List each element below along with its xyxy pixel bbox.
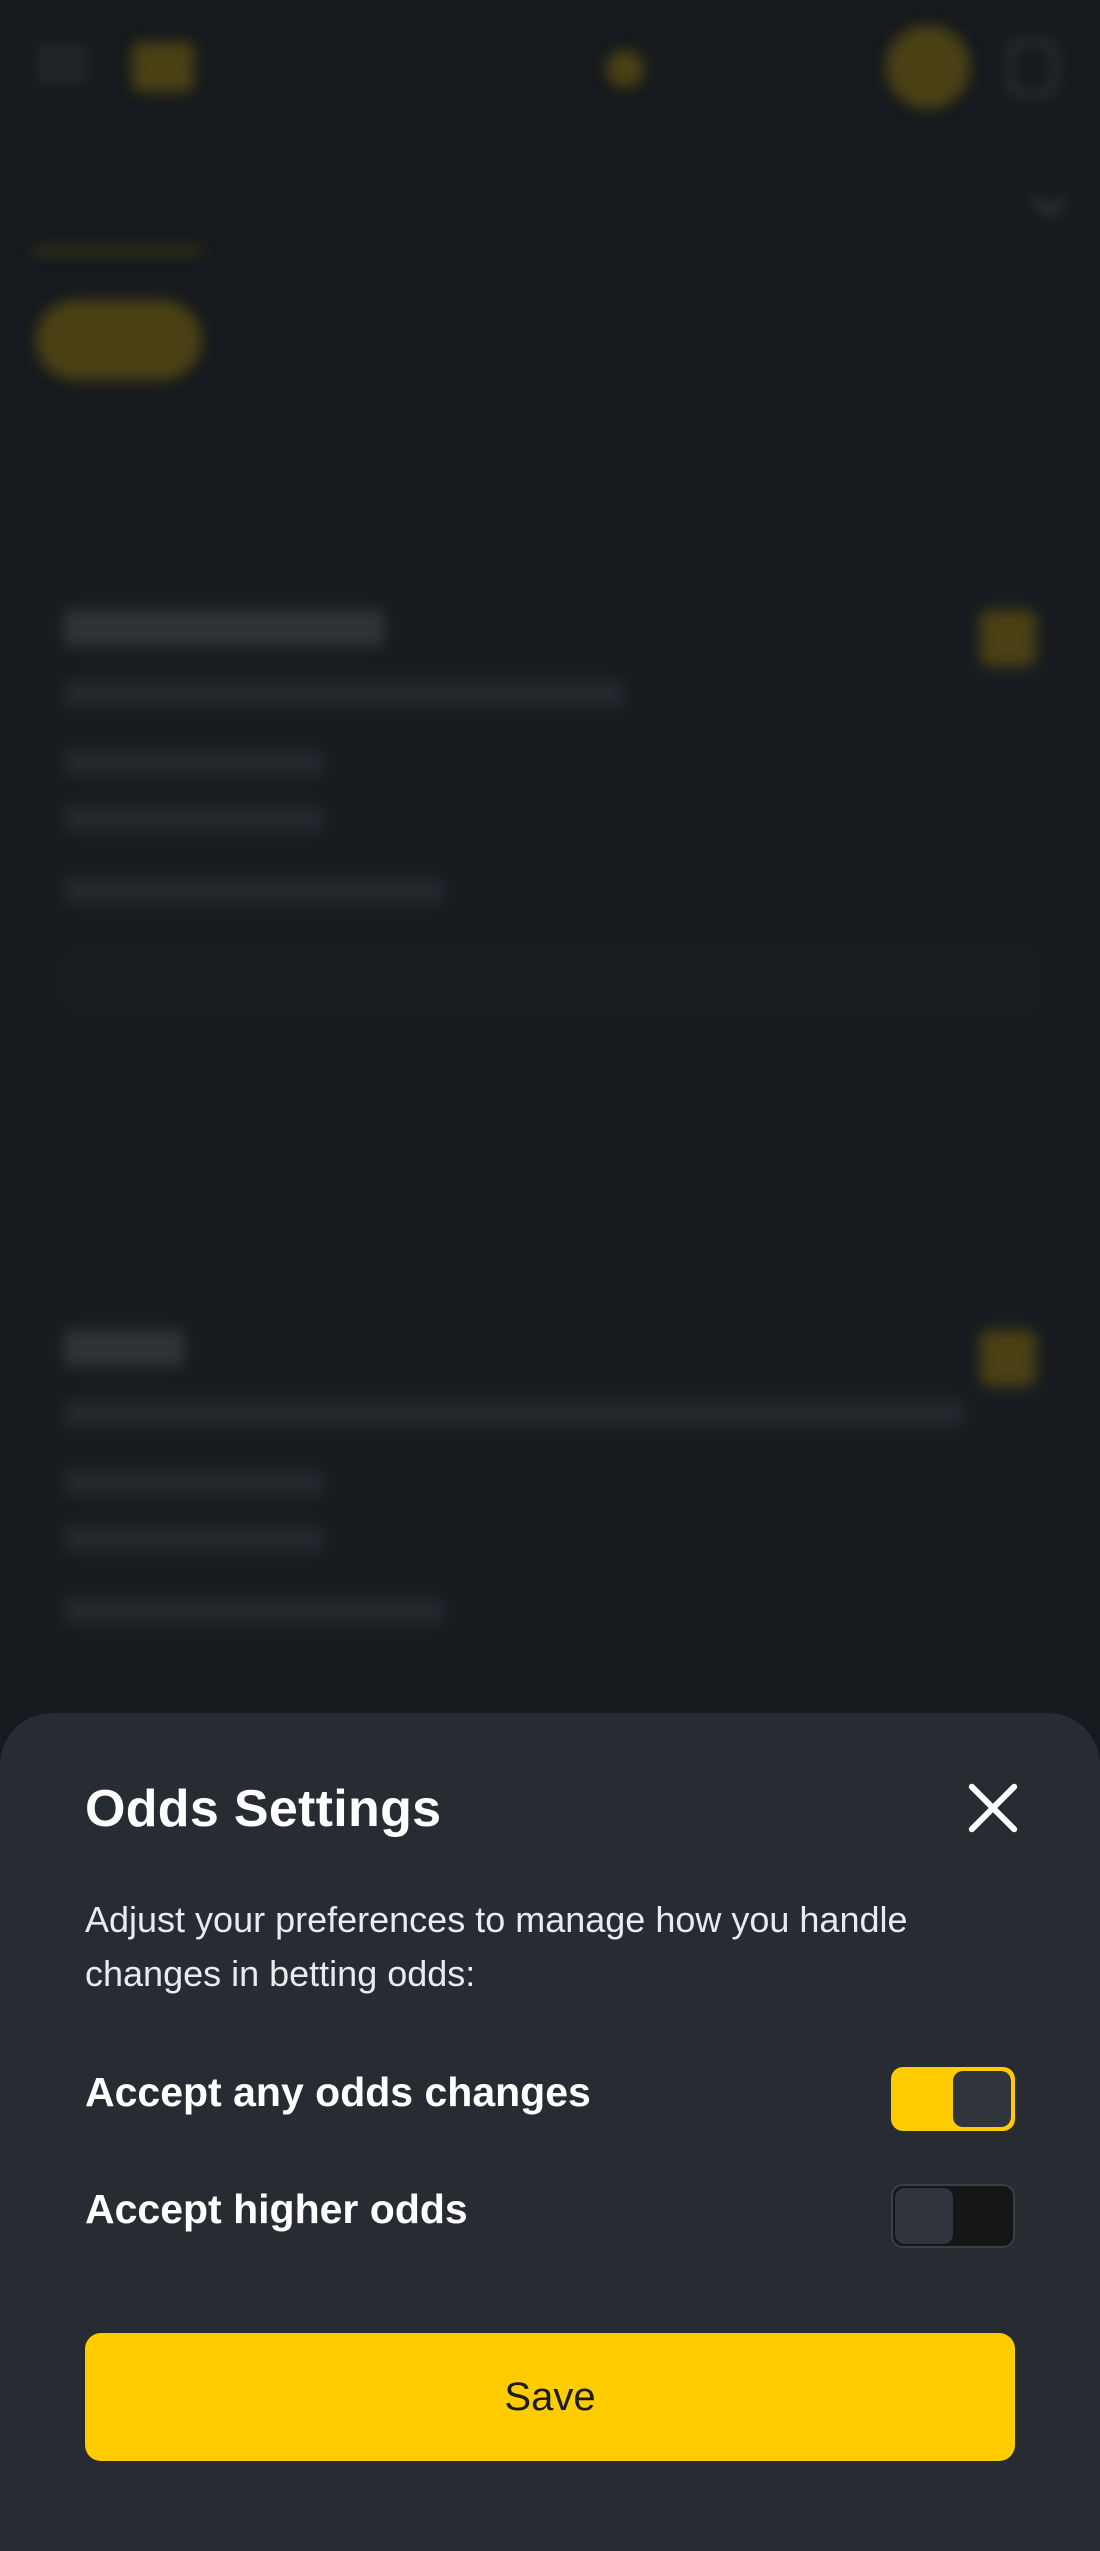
odds-settings-sheet: Odds Settings Adjust your preferences to… — [0, 1713, 1100, 2551]
sheet-title: Odds Settings — [85, 1780, 442, 1838]
toggle-knob — [953, 2071, 1011, 2127]
accept-higher-odds-toggle[interactable] — [891, 2184, 1015, 2248]
option-label-accept-higher: Accept higher odds — [85, 2186, 468, 2232]
accept-any-odds-toggle[interactable] — [891, 2067, 1015, 2131]
sheet-description: Adjust your preferences to manage how yo… — [85, 1899, 908, 1994]
close-icon[interactable] — [966, 1781, 1020, 1835]
toggle-knob — [895, 2188, 953, 2244]
option-label-accept-any: Accept any odds changes — [85, 2069, 591, 2115]
save-button[interactable]: Save — [85, 2333, 1015, 2461]
